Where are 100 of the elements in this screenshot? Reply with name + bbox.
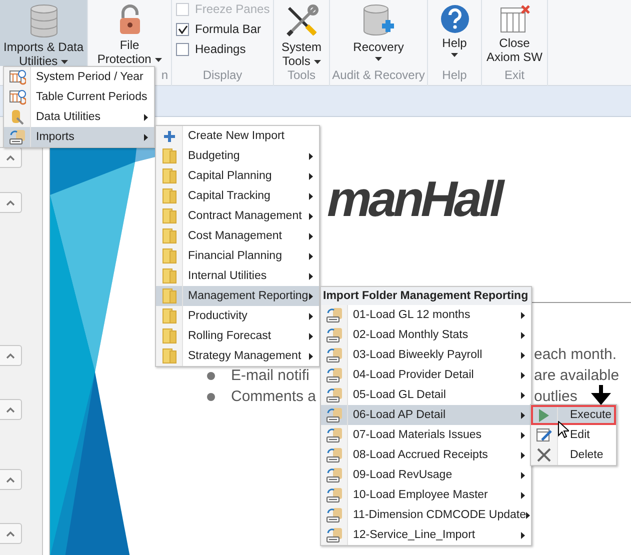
group-label: n [161, 68, 168, 82]
ribbon-button[interactable]: Recovery [330, 0, 427, 66]
menu-item[interactable]: Capital Planning [156, 166, 319, 186]
help-icon [440, 4, 470, 34]
menu-item[interactable]: Financial Planning [156, 246, 319, 266]
chevron-up-icon [6, 476, 15, 482]
menu-item[interactable]: Table Current Periods [4, 87, 154, 107]
bullet-dot [207, 393, 215, 401]
menu-item[interactable]: Strategy Management [156, 346, 319, 366]
menu-item[interactable]: Rolling Forecast [156, 326, 319, 346]
menu-item[interactable]: Management Reporting [156, 286, 319, 306]
chevron-up-icon [6, 406, 15, 412]
bullet-text: Comments a [231, 388, 316, 406]
folder-icon [162, 328, 176, 344]
import-icon [326, 466, 342, 484]
import-icon [326, 366, 342, 384]
menu-item[interactable]: Budgeting [156, 146, 319, 166]
collapse-button[interactable] [0, 192, 22, 213]
menu-item[interactable]: 06-Load AP Detail [321, 405, 531, 425]
menu-item[interactable]: 02-Load Monthly Stats [321, 325, 531, 345]
folder-icon [162, 228, 176, 244]
database-icon [28, 4, 58, 38]
menu-item[interactable]: Capital Tracking [156, 186, 319, 206]
bullet-text: E-mail notifi [231, 367, 310, 385]
chevron-up-icon [6, 352, 15, 358]
menu-item[interactable]: Productivity [156, 306, 319, 326]
delete-icon [537, 448, 551, 462]
menu-item[interactable]: 01-Load GL 12 months [321, 305, 531, 325]
folder-icon [162, 208, 176, 224]
plus-icon [164, 130, 174, 142]
import-icon [326, 506, 342, 524]
import-icon [326, 446, 342, 464]
import-icon [326, 346, 342, 364]
slide-title: manHall [321, 170, 508, 229]
menu-item[interactable]: 07-Load Materials Issues [321, 425, 531, 445]
ribbon-button[interactable]: System Tools [274, 0, 329, 66]
folder-icon [162, 288, 176, 304]
check-icon [178, 24, 188, 34]
chevron-up-icon [6, 530, 15, 536]
close-grid-icon [498, 4, 530, 34]
import-icon [326, 486, 342, 504]
menu-item[interactable]: Delete [531, 445, 616, 465]
import-icon [8, 128, 26, 146]
tools-icon [284, 4, 318, 38]
menu-header: Import Folder Management Reporting [321, 287, 531, 305]
collapse-button[interactable] [0, 345, 22, 366]
menu-item[interactable]: 10-Load Employee Master [321, 485, 531, 505]
bullet-dot [207, 372, 215, 380]
ribbon-button[interactable]: Imports & Data Utilities [0, 0, 87, 66]
import-icon [326, 386, 342, 404]
checkbox[interactable]: Formula Bar [176, 22, 270, 36]
cursor-icon [558, 421, 569, 438]
menu-item[interactable]: 08-Load Accrued Receipts [321, 445, 531, 465]
import-icon [326, 526, 342, 544]
menu-item[interactable]: 12-Service_Line_Import [321, 525, 531, 545]
menu-item[interactable]: Imports [4, 127, 154, 147]
chevron-up-icon [6, 154, 15, 160]
collapse-button[interactable] [0, 469, 22, 490]
group-label: Exit [503, 68, 526, 82]
collapse-button[interactable] [0, 399, 22, 420]
group-label: Help [441, 68, 468, 82]
calendar-icon [8, 89, 26, 105]
menu-item[interactable]: 11-Dimension CDMCODE Update [321, 505, 531, 525]
group-label: Display [202, 68, 244, 82]
folder-icon [162, 308, 176, 324]
database-plus-icon [362, 4, 396, 38]
menu-item[interactable]: Create New Import [156, 126, 319, 146]
ribbon-button[interactable]: Close Axiom SW [482, 0, 547, 66]
group-label: Audit & Recovery [331, 68, 426, 82]
chevron-up-icon [6, 200, 15, 206]
ribbon-button[interactable]: File Protection [88, 0, 171, 66]
database-tool-icon [9, 109, 25, 125]
play-icon [539, 408, 549, 422]
bullet-text: outlies [534, 388, 578, 406]
menu-item[interactable]: Cost Management [156, 226, 319, 246]
edit-icon [536, 427, 552, 443]
calendar-icon [8, 69, 26, 85]
down-arrow [591, 385, 611, 405]
folder-icon [162, 188, 176, 204]
import-icon [326, 306, 342, 324]
menu-item[interactable]: Contract Management [156, 206, 319, 226]
checkbox[interactable]: Headings [176, 42, 270, 56]
menu-item[interactable]: System Period / Year [4, 67, 154, 87]
folder-icon [162, 168, 176, 184]
folder-icon [162, 248, 176, 264]
menu-item[interactable]: 09-Load RevUsage [321, 465, 531, 485]
bullet-text: are available [534, 367, 620, 385]
menu-item[interactable]: 03-Load Biweekly Payroll [321, 345, 531, 365]
collapse-button[interactable] [0, 147, 22, 168]
bullet-text: each month. [534, 346, 617, 364]
folder-icon [162, 348, 176, 364]
folder-icon [162, 148, 176, 164]
ribbon-button[interactable]: Help [428, 0, 481, 66]
menu-item[interactable]: Edit [531, 425, 616, 445]
menu-item[interactable]: 04-Load Provider Detail [321, 365, 531, 385]
import-icon [326, 426, 342, 444]
import-icon [326, 326, 342, 344]
collapse-button[interactable] [0, 523, 22, 544]
folder-icon [162, 268, 176, 284]
menu-item[interactable]: Execute [531, 405, 616, 425]
